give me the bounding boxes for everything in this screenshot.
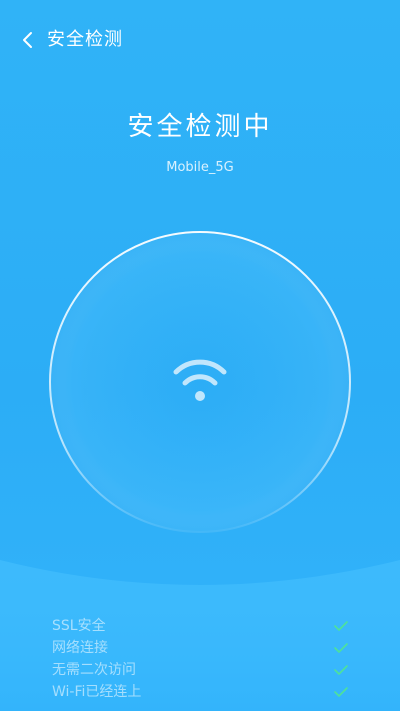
check-icon — [334, 665, 348, 675]
check-item-wifi-connected: Wi-Fi已经连上 — [0, 681, 400, 703]
scan-status-title: 安全检测中 — [127, 112, 273, 142]
nav-title: 安全检测 — [47, 29, 123, 50]
check-item-ssl: SSL安全 — [0, 615, 400, 637]
check-label: 网络连接 — [52, 640, 108, 656]
check-label: Wi-Fi已经连上 — [52, 684, 142, 700]
network-name: Mobile_5G — [166, 160, 234, 175]
check-icon — [334, 621, 348, 631]
check-item-network: 网络连接 — [0, 637, 400, 659]
check-label: 无需二次访问 — [52, 662, 136, 678]
app-bar: 安全检测 — [0, 0, 400, 78]
check-list: SSL安全 网络连接 无需二次访问 Wi-Fi已经连上 — [0, 615, 400, 703]
back-button[interactable] — [14, 26, 42, 54]
check-icon — [334, 687, 348, 697]
check-item-no-second-visit: 无需二次访问 — [0, 659, 400, 681]
chevron-left-icon — [23, 32, 32, 48]
check-icon — [334, 643, 348, 653]
scan-ring — [49, 231, 351, 533]
check-label: SSL安全 — [52, 618, 106, 634]
